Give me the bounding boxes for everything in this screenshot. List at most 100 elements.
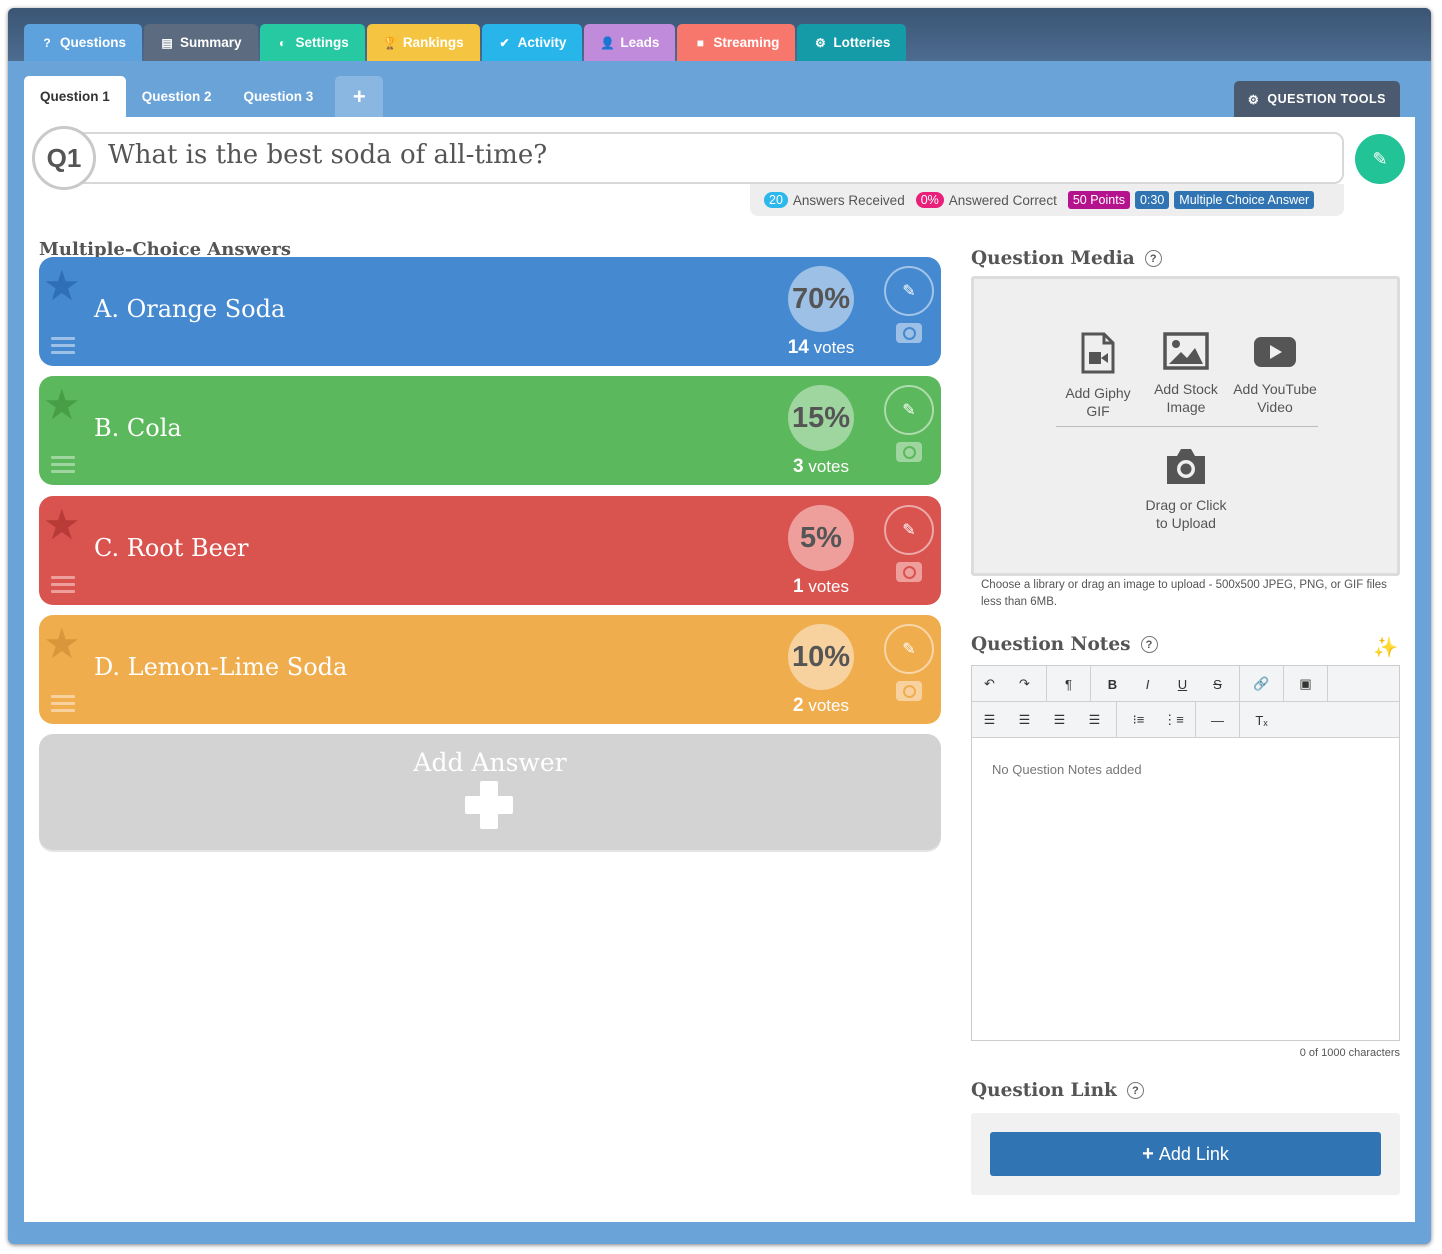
clear-format-icon[interactable]: Tₓ — [1244, 702, 1279, 738]
editor-toolbar-row-1: ↶ ↷ ¶ B I U S 🔗 ▣ — [972, 666, 1399, 702]
tab-label: Activity — [517, 35, 567, 50]
help-icon[interactable]: ? — [1126, 1082, 1144, 1099]
add-link-label: Add Link — [1158, 1143, 1229, 1164]
time-badge: 0:30 — [1134, 191, 1170, 209]
star-icon[interactable]: ★ — [43, 265, 81, 307]
link-icon[interactable]: 🔗 — [1244, 666, 1279, 702]
add-youtube-video-label: Add YouTube Video — [1233, 381, 1317, 415]
question-notes-title-text: Question Notes — [971, 634, 1131, 655]
underline-icon[interactable]: U — [1165, 666, 1200, 702]
toolbar-divider — [1195, 702, 1196, 738]
question-tabs: Question 1 Question 2 Question 3 + — [24, 76, 384, 117]
notes-placeholder[interactable]: No Question Notes added — [992, 762, 1142, 777]
camera-icon[interactable] — [896, 562, 922, 582]
tab-rankings[interactable]: 🏆 Rankings — [366, 24, 480, 61]
answer-card[interactable]: ★ B. Cola 15% 3 votes ✎ — [39, 376, 941, 485]
gear-icon: ⚙ — [815, 35, 826, 50]
align-right-icon[interactable]: ☰ — [1042, 702, 1077, 738]
plus-icon: + — [1142, 1142, 1154, 1165]
vote-count: 1 — [793, 576, 804, 597]
tab-lotteries[interactable]: ⚙ Lotteries — [797, 24, 907, 61]
strikethrough-icon[interactable]: S — [1200, 666, 1235, 702]
redo-icon[interactable]: ↷ — [1007, 666, 1042, 702]
help-icon[interactable]: ? — [1140, 636, 1158, 653]
italic-icon[interactable]: I — [1130, 666, 1165, 702]
answer-label: B. Cola — [94, 414, 182, 442]
tab-settings[interactable]: ◐ Settings — [259, 24, 365, 61]
star-icon[interactable]: ★ — [43, 504, 81, 546]
answer-percent: 10% — [788, 624, 854, 690]
answer-label: C. Root Beer — [94, 534, 249, 562]
edit-answer-button[interactable]: ✎ — [884, 266, 934, 316]
vote-count: 14 — [787, 337, 809, 358]
pencil-icon: ✎ — [902, 402, 916, 419]
edit-answer-button[interactable]: ✎ — [884, 385, 934, 435]
toolbar-divider — [1116, 702, 1117, 738]
question-link-title: Question Link ? — [971, 1080, 1144, 1101]
tab-leads[interactable]: 👤 Leads — [584, 24, 676, 61]
votes-word: votes — [808, 577, 849, 596]
add-giphy-gif-button[interactable]: Add Giphy GIF — [1053, 332, 1143, 420]
horizontal-rule-icon[interactable]: — — [1200, 702, 1235, 738]
add-link-button[interactable]: + Add Link — [990, 1132, 1381, 1176]
camera-icon[interactable] — [896, 323, 922, 343]
media-upload-note: Choose a library or drag an image to upl… — [981, 579, 1387, 608]
answer-votes: 2 votes — [774, 695, 868, 717]
toolbar-divider — [1046, 666, 1047, 702]
toolbar-divider — [1327, 666, 1328, 702]
answer-card[interactable]: ★ A. Orange Soda 70% 14 votes ✎ — [39, 257, 941, 366]
tab-questions[interactable]: ? Questions — [24, 24, 143, 61]
add-answer-label: Add Answer — [413, 748, 567, 777]
bullet-list-icon[interactable]: ⁝≡ — [1121, 702, 1156, 738]
align-center-icon[interactable]: ☰ — [1007, 702, 1042, 738]
drag-handle-icon[interactable] — [51, 576, 75, 597]
drag-handle-icon[interactable] — [51, 456, 75, 477]
paragraph-format-icon[interactable]: ¶ — [1051, 666, 1086, 702]
drag-handle-icon[interactable] — [51, 337, 75, 358]
star-icon[interactable]: ★ — [43, 384, 81, 426]
add-stock-image-button[interactable]: Add Stock Image — [1141, 332, 1231, 416]
add-answer-button[interactable]: Add Answer — [39, 734, 941, 850]
camera-icon[interactable] — [896, 681, 922, 701]
edit-answer-button[interactable]: ✎ — [884, 624, 934, 674]
question-media-title: Question Media ? — [971, 248, 1162, 269]
edit-answer-button[interactable]: ✎ — [884, 505, 934, 555]
question-tools-button[interactable]: ⚙ QUESTION TOOLS — [1233, 81, 1400, 117]
tab-label: Summary — [180, 35, 242, 50]
tab-summary[interactable]: ▤ Summary — [144, 24, 258, 61]
list-icon: ▤ — [161, 35, 173, 50]
pencil-icon: ✎ — [1372, 148, 1388, 169]
edit-question-button[interactable]: ✎ — [1355, 134, 1405, 184]
video-icon: ■ — [696, 35, 705, 50]
tab-label: Rankings — [402, 35, 464, 50]
answer-card[interactable]: ★ C. Root Beer 5% 1 votes ✎ — [39, 496, 941, 605]
media-dropzone[interactable]: Add Giphy GIF Add Stock Image Add YouTub… — [971, 276, 1400, 576]
insert-image-icon[interactable]: ▣ — [1288, 666, 1323, 702]
trophy-icon: 🏆 — [382, 35, 398, 50]
tab-activity[interactable]: ✔ Activity — [481, 24, 583, 61]
add-stock-image-label: Add Stock Image — [1154, 381, 1218, 415]
add-question-button[interactable]: + — [335, 76, 384, 117]
tab-question-1[interactable]: Question 1 — [24, 76, 126, 117]
upload-button[interactable]: Drag or Click to Upload — [1141, 446, 1231, 532]
camera-icon[interactable] — [896, 442, 922, 462]
pencil-icon: ✎ — [902, 522, 916, 539]
bold-icon[interactable]: B — [1095, 666, 1130, 702]
drag-handle-icon[interactable] — [51, 695, 75, 716]
tab-label: Leads — [620, 35, 660, 50]
tab-question-2[interactable]: Question 2 — [126, 76, 228, 117]
answer-card[interactable]: ★ D. Lemon-Lime Soda 10% 2 votes ✎ — [39, 615, 941, 724]
tab-question-3[interactable]: Question 3 — [228, 76, 330, 117]
undo-icon[interactable]: ↶ — [972, 666, 1007, 702]
align-justify-icon[interactable]: ☰ — [1077, 702, 1112, 738]
answers-received-count: 20 — [764, 192, 788, 208]
sparkle-icon[interactable]: ✨ — [1373, 635, 1398, 660]
align-left-icon[interactable]: ☰ — [972, 702, 1007, 738]
add-youtube-video-button[interactable]: Add YouTube Video — [1230, 332, 1320, 416]
toggle-icon: ◐ — [278, 35, 287, 50]
numbered-list-icon[interactable]: ⋮≡ — [1156, 702, 1191, 738]
tab-streaming[interactable]: ■ Streaming — [677, 24, 796, 61]
star-icon[interactable]: ★ — [43, 623, 81, 665]
answered-correct-label: Answered Correct — [948, 192, 1057, 208]
help-icon[interactable]: ? — [1144, 250, 1162, 267]
